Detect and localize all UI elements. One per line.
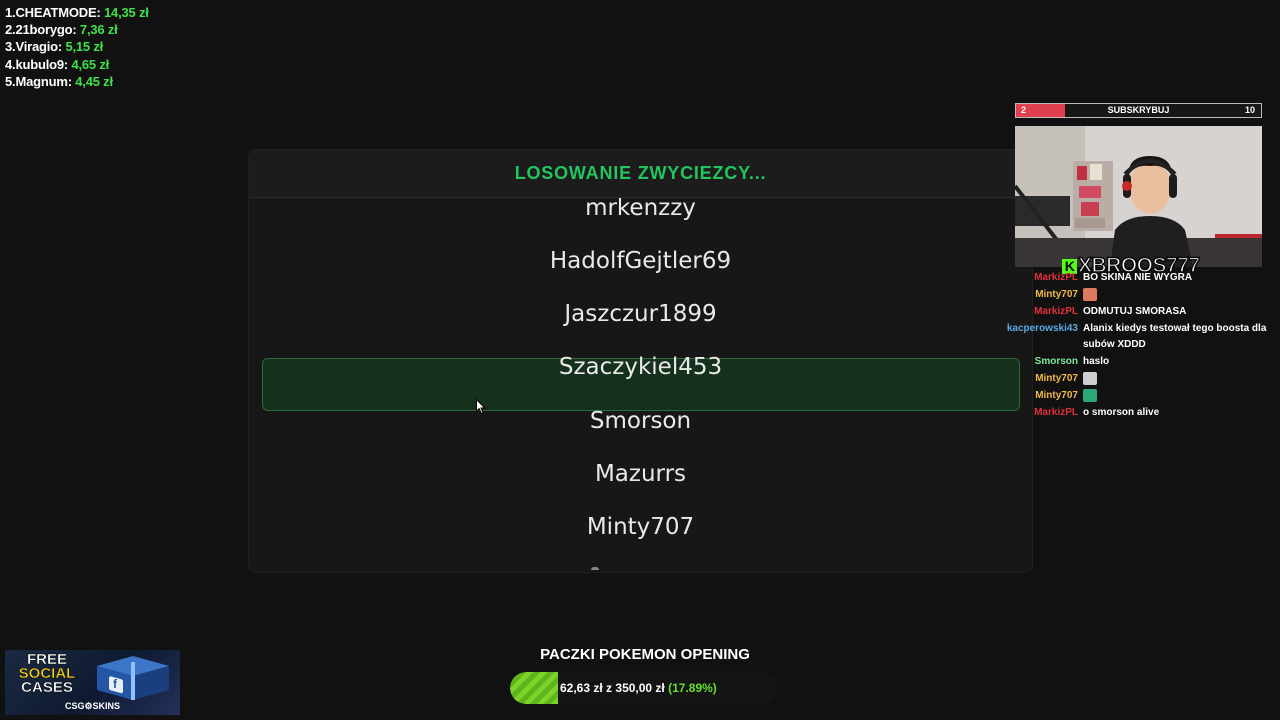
subscribe-label: SUBSKRYBUJ [1107, 105, 1170, 115]
winner-draw-panel: LOSOWANIE ZWYCIEZCY... mrkenzzy HadolfGej… [248, 149, 1033, 573]
chat-text: haslo [1083, 356, 1110, 367]
donation-leaderboard: 1.CHEATMODE: 14,35 zł 2.21borygo: 7,36 zł… [5, 4, 149, 90]
leaderboard-amount: 4,65 zł [71, 56, 110, 72]
leaderboard-amount: 14,35 zł [104, 5, 149, 20]
chat-username: MarkizPL [1034, 306, 1078, 317]
name-reel: mrkenzzy HadolfGejtler69 Jaszczur1899 Szacz… [249, 198, 1032, 572]
chat-username: Minty707 [1035, 390, 1078, 401]
ad-line3: CASES [21, 679, 73, 696]
chat-text: Alanix kiedys testował tego boosta dla s… [1083, 323, 1267, 350]
chat-username: Minty707 [1035, 373, 1078, 384]
leaderboard-rank: 3. [5, 39, 16, 55]
goal-percent: (17.89%) [668, 681, 717, 695]
reel-name: Smorson [589, 408, 692, 434]
leaderboard-row: 3.Viragio: 5,15 zł [5, 38, 149, 55]
chat-text [1083, 371, 1273, 387]
chat-text: o smorson alive [1083, 407, 1160, 418]
leaderboard-amount: 7,36 zł [79, 22, 118, 38]
leaderboard-row: 4.kubulo9: 4,65 zł [5, 56, 149, 73]
reel-name: Szaczykiel453 [558, 354, 723, 380]
goal-current: 62,63 zł [560, 681, 603, 695]
reel-name: Jaszczur1899 [564, 301, 717, 327]
chat-text [1083, 388, 1273, 404]
reel-name: Minty707 [586, 514, 695, 540]
leaderboard-name: 21borygo: [15, 22, 77, 38]
reel-name: HadolfGejtler69 [549, 248, 732, 274]
subscribe-goal-bar: 2 SUBSKRYBUJ 10 [1015, 103, 1262, 118]
reel-next-name-peek [591, 567, 599, 570]
leaderboard-rank: 2. [5, 22, 16, 38]
reel-name: Mazurrs [594, 461, 687, 487]
goal-title: PACZKI POKEMON OPENING [540, 646, 750, 663]
mouse-cursor-icon [476, 399, 486, 415]
leaderboard-row: 5.Magnum: 4,45 zł [5, 73, 149, 90]
leaderboard-amount: 4,45 zł [75, 73, 113, 89]
chat-text: BO SKINA NIE WYGRA [1083, 272, 1193, 283]
ad-brand: CSG⚙SKINS [64, 701, 121, 711]
leaderboard-name: CHEATMODE: [15, 5, 101, 20]
skull-emote-icon [1083, 371, 1097, 385]
chat-text [1083, 287, 1273, 303]
goal-separator: z [606, 681, 613, 695]
webcam-scene [1015, 126, 1262, 267]
chat-username: MarkizPL [1034, 407, 1078, 418]
leaderboard-name: Viragio: [15, 39, 63, 55]
chat-username: Smorson [1034, 356, 1078, 367]
subscribe-goal-count: 10 [1244, 105, 1255, 115]
goal-progress-text: 62,63 zł z 350,00 zł (17.89%) [560, 672, 717, 704]
goal-target: 350,00 zł [615, 681, 665, 695]
leaderboard-rank: 4. [5, 56, 16, 72]
reel-name: mrkenzzy [585, 198, 696, 221]
draw-title: LOSOWANIE ZWYCIEZCY... [514, 163, 767, 183]
chat-text: ODMUTUJ SMORASA [1083, 306, 1187, 317]
leaderboard-row: 1.CHEATMODE: 14,35 zł [5, 4, 149, 21]
leaderboard-name: Magnum: [15, 73, 72, 89]
leaderboard-rank: 5. [5, 73, 16, 89]
webcam-feed [1015, 126, 1262, 267]
leaderboard-name: kubulo9: [15, 56, 69, 72]
leaderboard-row: 2.21borygo: 7,36 zł [5, 21, 149, 38]
chat-username: kacperowski43 [1006, 323, 1078, 334]
draw-header: LOSOWANIE ZWYCIEZCY... [249, 150, 1032, 198]
leaderboard-rank: 1. [5, 5, 16, 20]
car-emote-icon [1083, 388, 1097, 402]
chat-username: Minty707 [1035, 289, 1078, 300]
goal-progress-fill [510, 672, 558, 704]
leaderboard-amount: 5,15 zł [65, 39, 104, 55]
chat-username: MarkizPL [1034, 272, 1078, 283]
face-emote-icon [1083, 287, 1097, 301]
